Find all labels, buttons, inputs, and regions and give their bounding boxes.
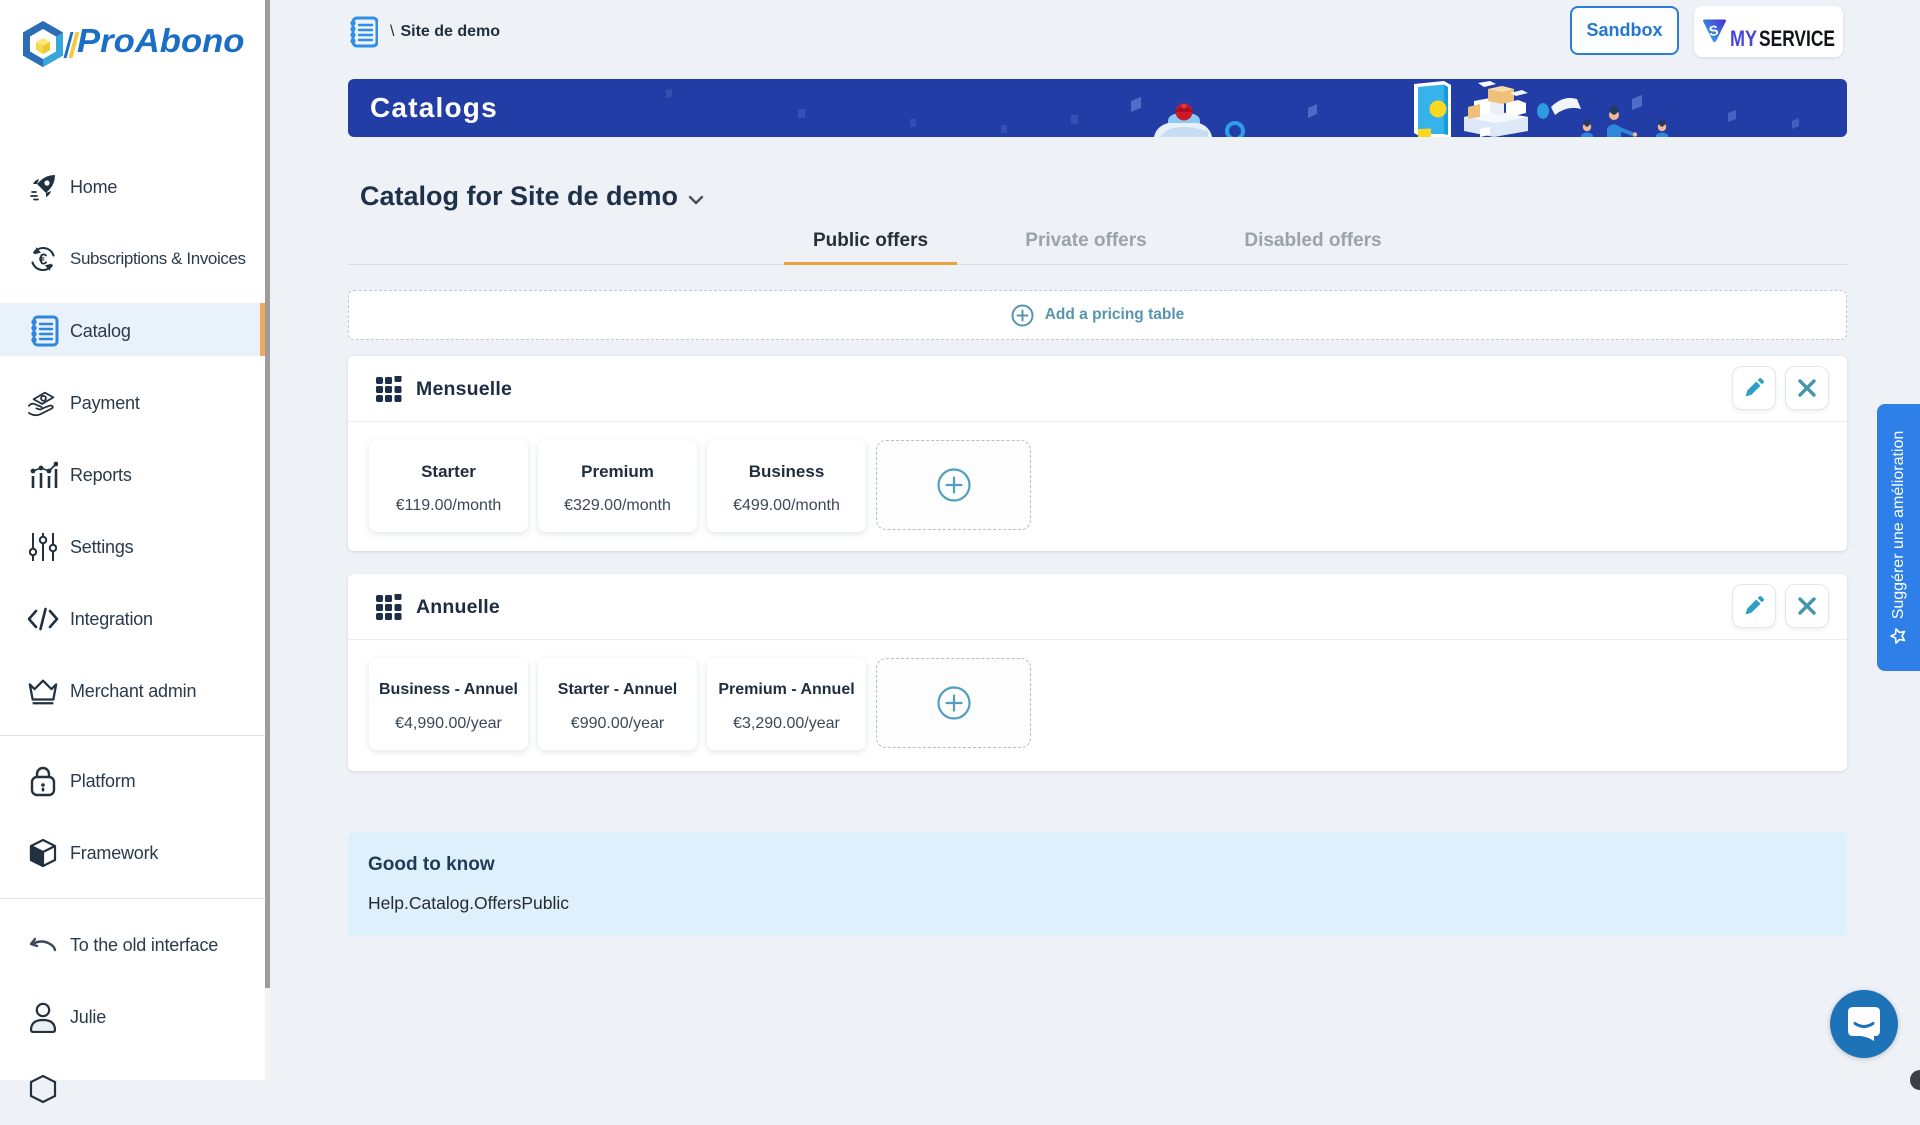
svg-text:MY: MY: [1730, 26, 1757, 51]
svg-text:SERVICE: SERVICE: [1759, 26, 1835, 51]
svg-text:€: €: [39, 252, 48, 269]
